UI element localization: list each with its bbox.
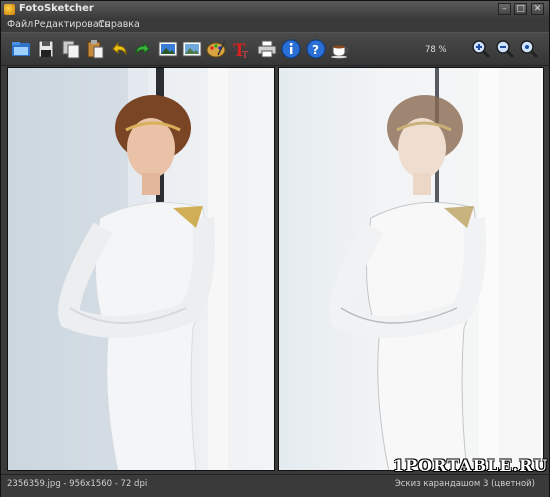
sketch-result-photo [279,68,543,470]
menu-file[interactable]: Файл [7,19,33,30]
zoom-in-icon[interactable] [471,39,491,59]
status-bar: 2356359.jpg - 956x1560 - 72 dpi Эскиз ка… [1,474,549,497]
maximize-button[interactable]: □ [514,3,527,15]
minimize-button[interactable]: – [498,3,511,15]
redo-icon[interactable] [133,39,153,59]
original-image-icon[interactable] [158,39,178,59]
open-folder-icon[interactable] [11,39,31,59]
original-photo [8,68,274,470]
help-icon[interactable]: ? [306,39,326,59]
menu-bar: Файл Редактировать Справка [1,18,549,32]
zoom-out-icon[interactable] [495,39,515,59]
title-bar: FotoSketcher – □ ✕ [1,1,549,18]
app-window: FotoSketcher – □ ✕ Файл Редактировать Сп… [0,0,550,497]
undo-icon[interactable] [109,39,129,59]
file-info: 2356359.jpg - 956x1560 - 72 dpi [7,479,148,489]
result-image-icon[interactable] [182,39,202,59]
window-title: FotoSketcher [19,3,94,14]
copy-icon[interactable] [61,39,81,59]
effect-name: Эскиз карандашом 3 (цветной) [394,479,535,489]
watermark-text: 1PORTABLE.RU [393,456,549,475]
info-icon[interactable] [281,39,301,59]
save-icon[interactable] [36,39,56,59]
result-image-panel[interactable] [278,67,544,471]
app-logo-icon [4,4,15,15]
menu-help[interactable]: Справка [98,19,140,30]
svg-text:T: T [242,51,248,59]
palette-icon[interactable] [206,39,226,59]
svg-text:?: ? [312,43,319,57]
toolbar: TT ? 78 % [1,32,549,66]
zoom-level: 78 % [425,45,447,55]
text-icon[interactable]: TT [231,39,251,59]
close-button[interactable]: ✕ [531,3,544,15]
coffee-icon[interactable] [330,39,350,59]
zoom-fit-icon[interactable] [519,39,539,59]
print-icon[interactable] [257,39,277,59]
original-image-panel[interactable] [7,67,275,471]
paste-icon[interactable] [85,39,105,59]
